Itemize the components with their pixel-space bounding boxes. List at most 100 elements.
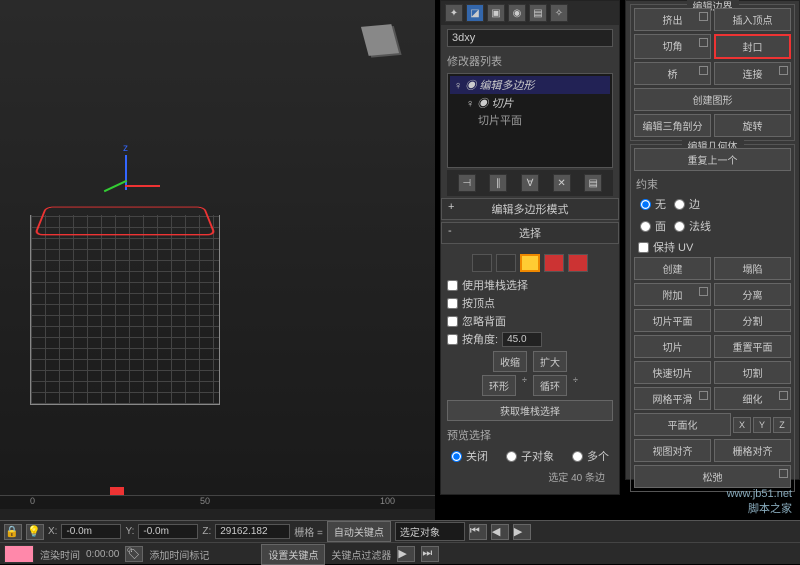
attach-button[interactable]: 附加	[634, 283, 711, 306]
constraints-label: 约束	[634, 175, 791, 193]
rotate-button[interactable]: 旋转	[714, 114, 791, 137]
planar-x-button[interactable]: X	[733, 417, 751, 433]
key-icon[interactable]: 💡	[26, 524, 44, 540]
autokey-button[interactable]: 自动关键点	[327, 521, 391, 542]
border-mode-icon[interactable]	[520, 254, 540, 272]
render-swatch[interactable]	[4, 545, 34, 563]
grid-align-button[interactable]: 栅格对齐	[714, 439, 791, 462]
key-filter-label[interactable]: 关键点过滤器	[331, 547, 391, 562]
msmooth-button[interactable]: 网格平滑	[634, 387, 711, 410]
tessellate-button[interactable]: 细化	[714, 387, 791, 410]
slice-plane-button[interactable]: 切片平面	[634, 309, 711, 332]
timeline[interactable]: 0 50 100	[0, 495, 435, 520]
rollout-selection[interactable]: 选择	[441, 222, 619, 244]
preview-sub-radio[interactable]: 子对象	[506, 447, 554, 465]
make-unique-icon[interactable]: ∀	[521, 174, 539, 192]
detach-button[interactable]: 分离	[714, 283, 791, 306]
key-mode-dropdown[interactable]: 选定对象	[395, 522, 465, 541]
vertex-mode-icon[interactable]	[472, 254, 492, 272]
split-button[interactable]: 分割	[714, 309, 791, 332]
z-coord-field[interactable]: 29162.182	[215, 524, 290, 539]
extrude-button[interactable]: 挤出	[634, 8, 711, 31]
preserve-uv-checkbox[interactable]: 保持 UV	[634, 237, 791, 257]
modifier-item[interactable]: ♀ ◉ 编辑多边形	[450, 76, 610, 94]
constrain-edge-radio[interactable]: 边	[674, 195, 700, 213]
timeline-tick: 100	[380, 496, 395, 506]
preview-off-radio[interactable]: 关闭	[451, 447, 488, 465]
remove-modifier-icon[interactable]: ✕	[553, 174, 571, 192]
motion-tab-icon[interactable]: ◉	[508, 4, 526, 22]
planar-button[interactable]: 平面化	[634, 413, 731, 436]
relax-button[interactable]: 松弛	[634, 465, 791, 488]
preview-multi-radio[interactable]: 多个	[572, 447, 609, 465]
edge-mode-icon[interactable]	[496, 254, 516, 272]
modifier-stack[interactable]: ♀ ◉ 编辑多边形 ♀ ◉ 切片 切片平面	[447, 73, 613, 168]
pin-stack-icon[interactable]: ⊣	[458, 174, 476, 192]
constrain-none-radio[interactable]: 无	[640, 195, 666, 213]
configure-sets-icon[interactable]: ▤	[584, 174, 602, 192]
shrink-button[interactable]: 收缩	[493, 351, 527, 372]
modifier-subitem[interactable]: 切片平面	[450, 112, 610, 128]
reset-plane-button[interactable]: 重置平面	[714, 335, 791, 358]
watermark: www.jb51.net 脚本之家	[727, 488, 792, 516]
planar-y-button[interactable]: Y	[753, 417, 771, 433]
viewport-3d[interactable]	[0, 0, 435, 495]
prev-frame-icon[interactable]: ◀	[491, 524, 509, 540]
element-mode-icon[interactable]	[568, 254, 588, 272]
ignore-backface-checkbox[interactable]: 忽略背面	[447, 312, 613, 330]
goto-end-icon[interactable]: ⏭	[421, 546, 439, 562]
setkey-button[interactable]: 设置关键点	[261, 544, 325, 565]
constrain-normal-radio[interactable]: 法线	[674, 217, 711, 235]
tag-icon[interactable]: 🏷	[125, 546, 143, 562]
modify-tab-icon[interactable]: ◪	[466, 4, 484, 22]
edit-tri-button[interactable]: 编辑三角剖分	[634, 114, 711, 137]
lock-icon[interactable]: 🔒	[4, 524, 22, 540]
slice-button[interactable]: 切片	[634, 335, 711, 358]
command-panel-tabs: ✦ ◪ ▣ ◉ ▤ ✧	[441, 1, 619, 25]
collapse-button[interactable]: 塌陷	[714, 257, 791, 280]
angle-spinner[interactable]: 45.0	[502, 332, 542, 347]
modifier-list-label[interactable]: 修改器列表	[441, 51, 619, 71]
z-label: Z:	[202, 526, 211, 537]
quick-slice-button[interactable]: 快速切片	[634, 361, 711, 384]
create-shape-button[interactable]: 创建图形	[634, 88, 791, 111]
use-stack-checkbox[interactable]: 使用堆栈选择	[447, 276, 613, 294]
by-vertex-checkbox[interactable]: 按顶点	[447, 294, 613, 312]
insert-vertex-button[interactable]: 插入顶点	[714, 8, 791, 31]
cut-button[interactable]: 切割	[714, 361, 791, 384]
add-tag-label[interactable]: 添加时间标记	[149, 547, 209, 562]
get-stack-button[interactable]: 获取堆栈选择	[447, 400, 613, 421]
status-bar: 🔒 💡 X: -0.0m Y: -0.0m Z: 29162.182 栅格 = …	[0, 520, 800, 564]
display-tab-icon[interactable]: ▤	[529, 4, 547, 22]
polygon-mode-icon[interactable]	[544, 254, 564, 272]
modifier-item[interactable]: ♀ ◉ 切片	[450, 94, 610, 112]
object-name-field[interactable]: 3dxy	[447, 29, 613, 47]
view-align-button[interactable]: 视图对齐	[634, 439, 711, 462]
create-button[interactable]: 创建	[634, 257, 711, 280]
ring-button[interactable]: 环形	[482, 375, 516, 396]
bridge-button[interactable]: 桥	[634, 62, 711, 85]
modifier-name: 编辑多边形	[479, 80, 534, 92]
next-frame-icon[interactable]: ▶	[397, 546, 415, 562]
by-angle-checkbox[interactable]: 按角度: 45.0	[447, 330, 613, 348]
goto-start-icon[interactable]: ⏮	[469, 524, 487, 540]
viewcube[interactable]	[365, 25, 405, 65]
planar-z-button[interactable]: Z	[773, 417, 791, 433]
grow-button[interactable]: 扩大	[533, 351, 567, 372]
loop-button[interactable]: 循环	[533, 375, 567, 396]
utilities-tab-icon[interactable]: ✧	[550, 4, 568, 22]
chamfer-button[interactable]: 切角	[634, 34, 711, 59]
create-tab-icon[interactable]: ✦	[445, 4, 463, 22]
play-icon[interactable]: ▶	[513, 524, 531, 540]
cap-button[interactable]: 封口	[714, 34, 791, 59]
repeat-last-button[interactable]: 重复上一个	[634, 148, 791, 171]
show-result-icon[interactable]: ∥	[489, 174, 507, 192]
connect-button[interactable]: 连接	[714, 62, 791, 85]
modifier-toolbar: ⊣ ∥ ∀ ✕ ▤	[447, 170, 613, 196]
y-coord-field[interactable]: -0.0m	[138, 524, 198, 539]
constrain-face-radio[interactable]: 面	[640, 217, 666, 235]
hierarchy-tab-icon[interactable]: ▣	[487, 4, 505, 22]
selected-object[interactable]	[30, 195, 230, 415]
rollout-edit-mode[interactable]: 编辑多边形模式	[441, 198, 619, 220]
x-coord-field[interactable]: -0.0m	[61, 524, 121, 539]
